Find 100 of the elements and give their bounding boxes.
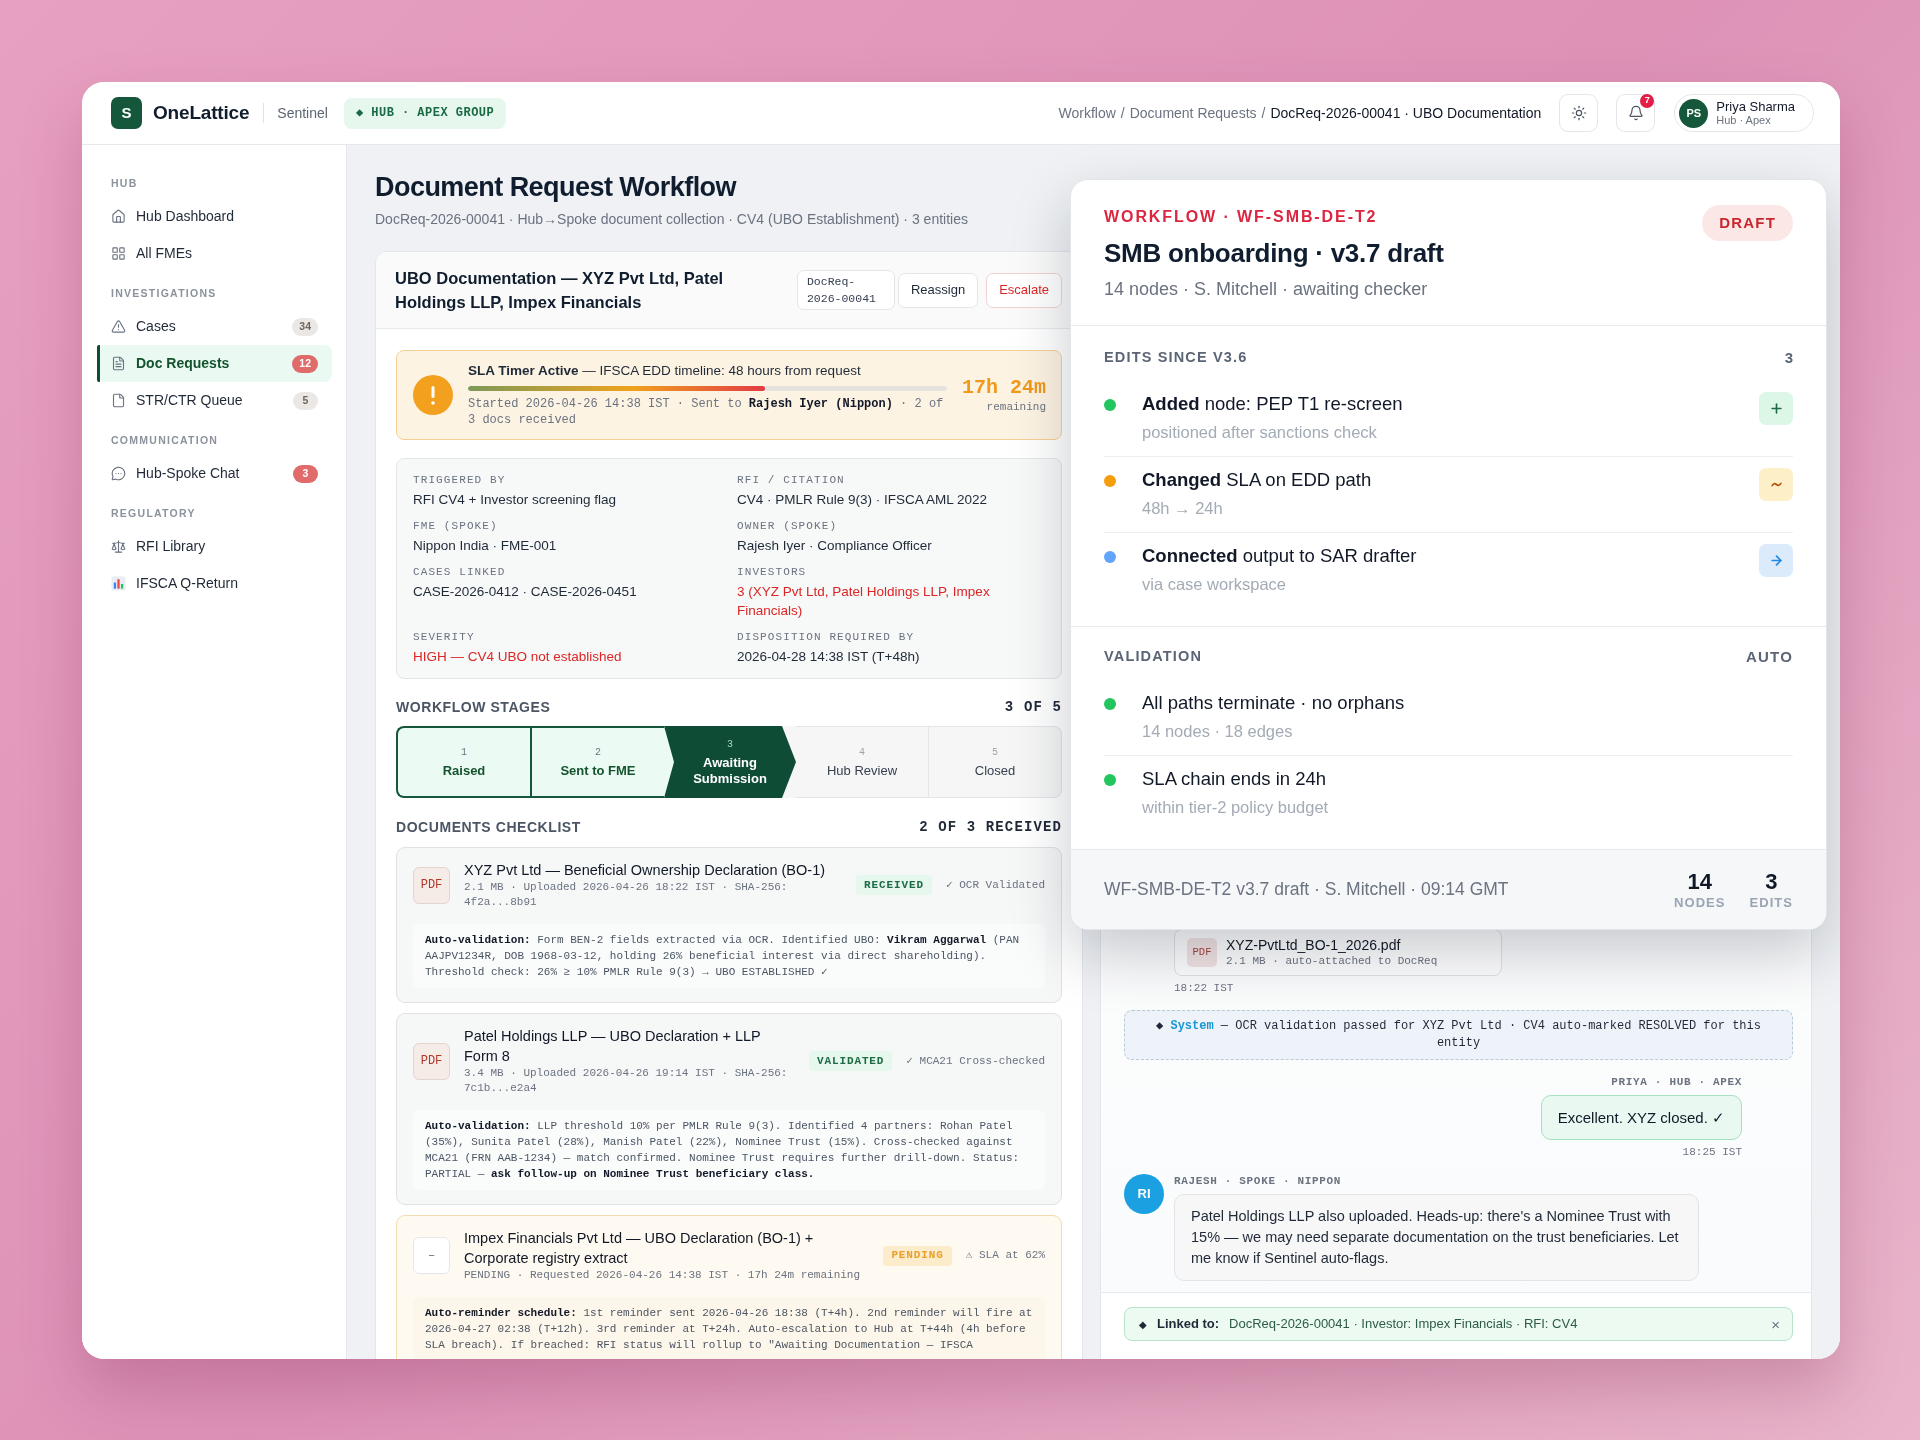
item-title: SLA chain ends in 24h xyxy=(1142,767,1328,791)
stage-counter: 3 OF 5 xyxy=(1004,697,1062,717)
page-subtitle: DocReq-2026-00041 · Hub→Spoke document collection · CV4 (UBO Establishment) · 3 entities xyxy=(375,210,968,229)
user-avatar: PS xyxy=(1679,98,1709,128)
warning-icon xyxy=(111,319,126,334)
count-badge: 34 xyxy=(292,317,318,336)
brand-logo: S xyxy=(111,97,142,129)
nav-item[interactable]: Hub-Spoke Chat 3 xyxy=(97,455,332,492)
document-icon xyxy=(111,356,126,371)
nav-section-label: REGULATORY xyxy=(111,506,196,520)
stat-value: 14 xyxy=(1687,868,1713,895)
nav-item[interactable]: RFI Library xyxy=(97,528,332,565)
item-detail: via case workspace xyxy=(1142,574,1287,594)
file-type-icon: PDF xyxy=(413,866,450,904)
item-detail: within tier-2 policy budget xyxy=(1142,797,1330,817)
stage-number: 5 xyxy=(992,745,998,760)
field-label: OWNER (SPOKE) xyxy=(737,519,839,534)
stat-label: EDITS xyxy=(1749,894,1793,911)
file-icon xyxy=(111,393,126,408)
nav-item[interactable]: All FMEs xyxy=(97,235,332,272)
tilde-icon xyxy=(1759,468,1793,501)
stage-label: Closed xyxy=(974,762,1016,779)
action-button[interactable]: Escalate xyxy=(986,272,1062,308)
action-button[interactable]: Reassign xyxy=(897,272,979,308)
chat-bubble-icon xyxy=(111,466,126,481)
field-label: FME (SPOKE) xyxy=(413,519,499,534)
nav-item[interactable]: Doc Requests 12 xyxy=(97,345,332,382)
nav-item[interactable]: Cases 34 xyxy=(97,308,332,345)
field-value: 3 (XYZ Pvt Ltd, Patel Holdings LLP, Impex Financials) xyxy=(737,583,991,620)
field-value: CV4 · PMLR Rule 9(3) · IFSCA AML 2022 xyxy=(737,491,989,509)
nav-item[interactable]: Hub Dashboard xyxy=(97,198,332,235)
item-detail: 14 nodes · 18 edges xyxy=(1142,721,1294,741)
validation-mode: AUTO xyxy=(1745,646,1793,667)
notifications-button[interactable]: 7 xyxy=(1616,94,1656,132)
breadcrumb-link[interactable]: Workflow xyxy=(1058,102,1116,124)
field-value: Nippon India · FME-001 xyxy=(413,537,558,555)
file-name: XYZ-PvtLtd_BO-1_2026.pdf xyxy=(1226,937,1402,954)
stage-label: Hub Review xyxy=(826,762,898,779)
breadcrumb-link[interactable]: DocReq-2026-00041 · UBO Documentation xyxy=(1270,102,1542,124)
sla-title: SLA Timer Active — IFSCA EDD timeline: 48 hours from request xyxy=(468,362,862,380)
arrow-right-icon xyxy=(1759,544,1793,577)
system-message: ◆ System — OCR validation passed for XYZ Pvt Ltd · CV4 auto-marked RESOLVED for this entity xyxy=(1124,1010,1793,1060)
check-status: ✓ MCA21 Cross-checked xyxy=(906,1053,1045,1069)
edit-count: 3 xyxy=(1784,347,1793,368)
validation-note: Auto-validation: Form BEN-2 fields extracted via OCR. Identified UBO: Vikram Aggarwal (PAN AAJPV1234R, DOB 1968-03-12, holding 26% beneficial interest via direct shareholding). Threshold check: 26% ≥ 10% PMLR Rule 9(3) → UBO ESTABLISHED ✓ xyxy=(413,924,1045,988)
theme-toggle-button[interactable] xyxy=(1559,94,1599,132)
item-detail: positioned after sanctions check xyxy=(1142,422,1378,442)
file-type-icon: – xyxy=(413,1237,450,1274)
workflow-subtitle: 14 nodes · S. Mitchell · awaiting checker xyxy=(1104,278,1429,300)
stage-number: 1 xyxy=(461,745,467,760)
stage-label: Awaiting Submission xyxy=(692,754,768,787)
validation-note: Auto-reminder schedule: 1st reminder sent 2026-04-26 18:38 (T+4h). 2nd reminder will fire at 2026-04-27 02:38 (T+12h). 3rd reminder at T+24h. Auto-escalation to Hub at T+44h (4h before SLA breach). If breached: RFI status will rollup to "Awaiting Documentation — IFSCA xyxy=(413,1297,1045,1359)
linked-label: Linked to: xyxy=(1157,1315,1220,1334)
close-button[interactable]: × xyxy=(1771,1316,1780,1332)
breadcrumb-link[interactable]: Document Requests xyxy=(1129,102,1257,124)
sun-icon xyxy=(1570,105,1587,121)
workflow-eyebrow: WORKFLOW · WF-SMB-DE-T2 xyxy=(1104,207,1379,227)
attachment-card[interactable]: PDF XYZ-PvtLtd_BO-1_2026.pdf 2.1 MB · auto-attached to DocReq xyxy=(1174,929,1502,976)
item-detail: 48h → 24h xyxy=(1142,498,1224,518)
field-value: CASE-2026-0412 · CASE-2026-0451 xyxy=(413,583,638,601)
count-badge: 3 xyxy=(293,464,318,483)
item-title: Changed SLA on EDD path xyxy=(1142,468,1373,492)
field-label: INVESTORS xyxy=(737,565,808,580)
field-value: Rajesh Iyer · Compliance Officer xyxy=(737,537,933,555)
nav-item[interactable]: STR/CTR Queue 5 xyxy=(97,382,332,419)
count-badge: 12 xyxy=(292,354,318,373)
nav-item[interactable]: IFSCA Q-Return xyxy=(97,565,332,602)
sla-remaining-time: 17h 24m xyxy=(962,376,1046,400)
file-meta: 2.1 MB · auto-attached to DocReq xyxy=(1226,954,1438,968)
diamond-icon: ◆ xyxy=(1139,1316,1147,1332)
item-title: Added node: PEP T1 re-screen xyxy=(1142,392,1404,416)
stat-label: NODES xyxy=(1674,894,1726,911)
section-heading: WORKFLOW STAGES xyxy=(396,697,551,717)
field-value: RFI CV4 + Investor screening flag xyxy=(413,491,617,509)
plus-icon xyxy=(1759,392,1793,425)
section-heading: VALIDATION xyxy=(1104,647,1203,667)
field-label: DISPOSITION REQUIRED BY xyxy=(737,630,916,645)
stage-number: 3 xyxy=(727,737,733,752)
user-name: Priya Sharma xyxy=(1716,99,1795,114)
stage-number: 4 xyxy=(859,745,865,760)
document-meta: PENDING · Requested 2026-04-26 14:38 IST · 17h 24m remaining xyxy=(464,1268,862,1283)
message-bubble: Patel Holdings LLP also uploaded. Heads-up: there's a Nominee Trust with 15% — we may need separate documentation on the trust beneficiaries. Let me know if Sentinel auto-flags. xyxy=(1174,1194,1699,1281)
sla-details: Started 2026-04-26 14:38 IST · Sent to Rajesh Iyer (Nippon) · 2 of 3 docs received xyxy=(468,396,945,428)
user-avatar: RI xyxy=(1124,1174,1164,1214)
grid-icon xyxy=(111,246,126,261)
user-menu-button[interactable]: PS Priya Sharma Hub · Apex xyxy=(1674,94,1814,132)
field-value: 2026-04-28 14:38 IST (T+48h) xyxy=(737,648,921,666)
field-label: TRIGGERED BY xyxy=(413,473,507,488)
reference-tag: DocReq-2026-00041 xyxy=(796,270,895,310)
product-name: Sentinel xyxy=(277,103,328,123)
message-bubble: Excellent. XYZ closed. ✓ xyxy=(1540,1095,1742,1140)
document-title: XYZ Pvt Ltd — Beneficial Ownership Declaration (BO-1) xyxy=(464,861,827,880)
message-sender: RAJESH · SPOKE · NIPPON xyxy=(1174,1174,1341,1188)
alert-icon xyxy=(413,375,453,415)
document-title: Impex Financials Pvt Ltd — UBO Declaration (BO-1) + Corporate registry extract xyxy=(464,1229,815,1268)
validation-note: Auto-validation: LLP threshold 10% per PMLR Rule 9(3). Identified 4 partners: Rohan Patel (35%), Sunita Patel (28%), Manish Patel (22%), Nominee Trust (15%). Cross-checked against MCA21 (FRN AAB-1234) — match confirmed. Nominee Trust requires further drill-down. Status: PARTIAL — ask follow-up on Nominee Trust beneficiary class. xyxy=(413,1110,1045,1190)
request-title: UBO Documentation — XYZ Pvt Ltd, Patel Holdings LLP, Impex Financials xyxy=(395,268,725,313)
check-status: ✓ OCR Validated xyxy=(945,877,1045,893)
count-badge: 5 xyxy=(293,391,318,410)
workflow-footer-text: WF-SMB-DE-T2 v3.7 draft · S. Mitchell · 09:14 GMT xyxy=(1104,878,1509,902)
